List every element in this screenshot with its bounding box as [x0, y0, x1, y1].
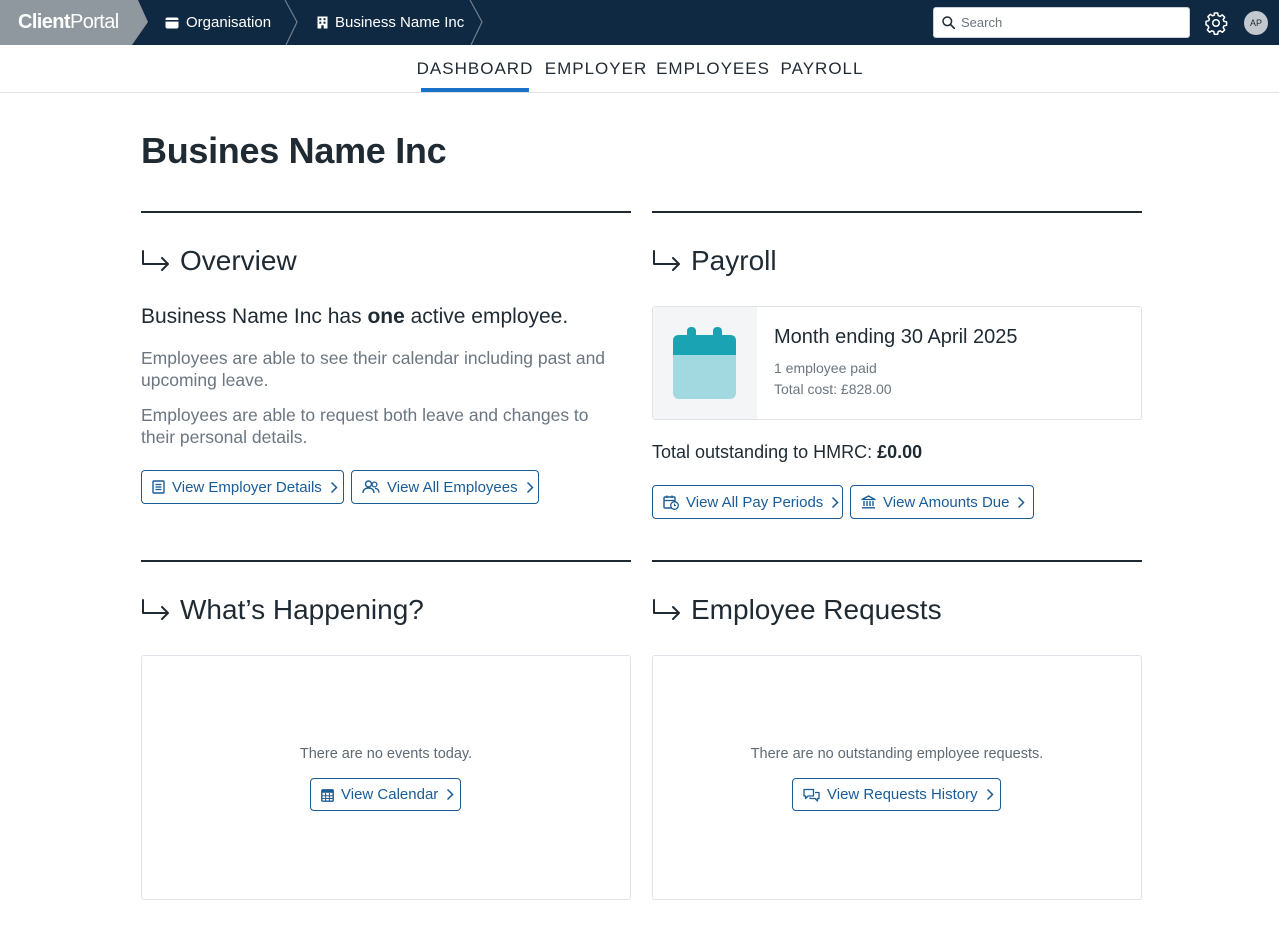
overview-heading: Overview: [180, 245, 297, 276]
chevron-right-icon: [447, 788, 454, 801]
chevron-right-icon: [986, 788, 994, 801]
building-icon: [317, 16, 328, 29]
main-nav: DASHBOARD EMPLOYER EMPLOYEES PAYROLL: [0, 45, 1279, 93]
calendar-icon: [673, 327, 736, 399]
calendar-clock-icon: [663, 495, 679, 510]
hmrc-outstanding-value: £0.00: [877, 442, 923, 462]
breadcrumb-separator: [284, 0, 298, 45]
section-heading: What’s Happening?: [141, 594, 424, 626]
section-heading: Payroll: [652, 245, 777, 277]
users-icon: [362, 480, 380, 494]
gear-icon[interactable]: [1204, 11, 1228, 35]
breadcrumb-label: Business Name Inc: [335, 14, 465, 31]
employee-requests-section: Employee Requests There are no outstandi…: [652, 560, 1142, 900]
breadcrumb-organisation[interactable]: Organisation: [165, 0, 271, 45]
breadcrumb-business[interactable]: Business Name Inc: [317, 0, 464, 45]
whats-happening-heading: What’s Happening?: [180, 594, 424, 625]
search-box[interactable]: [933, 7, 1190, 38]
whats-happening-section: What’s Happening? There are no events to…: [141, 560, 631, 900]
tab-payroll[interactable]: PAYROLL: [781, 45, 863, 93]
bank-icon: [861, 495, 876, 509]
chat-bubbles-icon: [803, 788, 820, 802]
overview-paragraph-calendar: Employees are able to see their calendar…: [141, 348, 606, 390]
calendar-icon: [321, 788, 334, 802]
search-icon: [942, 16, 955, 29]
chevron-right-icon: [526, 481, 534, 493]
overview-summary: Business Name Inc has one active employe…: [141, 305, 569, 328]
avatar-initials: AP: [1249, 18, 1262, 28]
events-panel: There are no events today. View Calendar: [141, 655, 631, 900]
tab-employer[interactable]: EMPLOYER: [545, 45, 646, 93]
return-arrow-icon: [653, 250, 680, 271]
view-requests-history-button[interactable]: View Requests History: [792, 778, 1001, 811]
overview-section: Overview Business Name Inc has one activ…: [141, 211, 631, 511]
chevron-right-icon: [832, 496, 839, 508]
page-title: Busines Name Inc: [141, 130, 447, 171]
employees-paid: 1 employee paid: [774, 360, 877, 376]
employee-requests-heading: Employee Requests: [691, 594, 942, 625]
overview-paragraph-requests: Employees are able to request both leave…: [141, 405, 589, 447]
breadcrumb-separator: [469, 0, 483, 45]
payroll-heading: Payroll: [691, 245, 777, 276]
payroll-section: Payroll Month ending 30 April 2025 1 emp…: [652, 211, 1142, 531]
view-employer-details-button[interactable]: View Employer Details: [141, 470, 344, 504]
logo-text: ClientPortal: [18, 11, 119, 33]
document-icon: [152, 480, 165, 494]
return-arrow-icon: [653, 599, 680, 620]
pay-period-card[interactable]: Month ending 30 April 2025 1 employee pa…: [652, 306, 1142, 420]
hmrc-outstanding: Total outstanding to HMRC: £0.00: [652, 442, 923, 462]
return-arrow-icon: [142, 599, 169, 620]
chevron-right-icon: [330, 481, 338, 493]
top-bar: ClientPortal Organisation Business Name …: [0, 0, 1279, 45]
return-arrow-icon: [142, 250, 169, 271]
section-heading: Overview: [141, 245, 297, 277]
no-events-message: There are no events today.: [299, 746, 473, 762]
breadcrumb-label: Organisation: [186, 14, 272, 31]
view-amounts-due-button[interactable]: View Amounts Due: [850, 485, 1034, 519]
view-all-pay-periods-button[interactable]: View All Pay Periods: [652, 485, 843, 519]
no-requests-message: There are no outstanding employee reques…: [750, 746, 1044, 762]
calendar-icon-box: [653, 307, 757, 419]
view-calendar-button[interactable]: View Calendar: [310, 778, 461, 811]
tab-dashboard[interactable]: DASHBOARD: [417, 45, 532, 93]
view-all-employees-button[interactable]: View All Employees: [351, 470, 539, 504]
search-input[interactable]: [961, 15, 1181, 30]
total-cost: Total cost: £828.00: [774, 381, 892, 397]
chevron-right-icon: [1018, 496, 1026, 508]
requests-panel: There are no outstanding employee reques…: [652, 655, 1142, 900]
avatar[interactable]: AP: [1244, 11, 1268, 35]
section-heading: Employee Requests: [652, 594, 942, 626]
pay-period-month: Month ending 30 April 2025: [774, 326, 1018, 348]
wallet-icon: [165, 17, 179, 28]
tab-employees[interactable]: EMPLOYEES: [656, 45, 769, 93]
